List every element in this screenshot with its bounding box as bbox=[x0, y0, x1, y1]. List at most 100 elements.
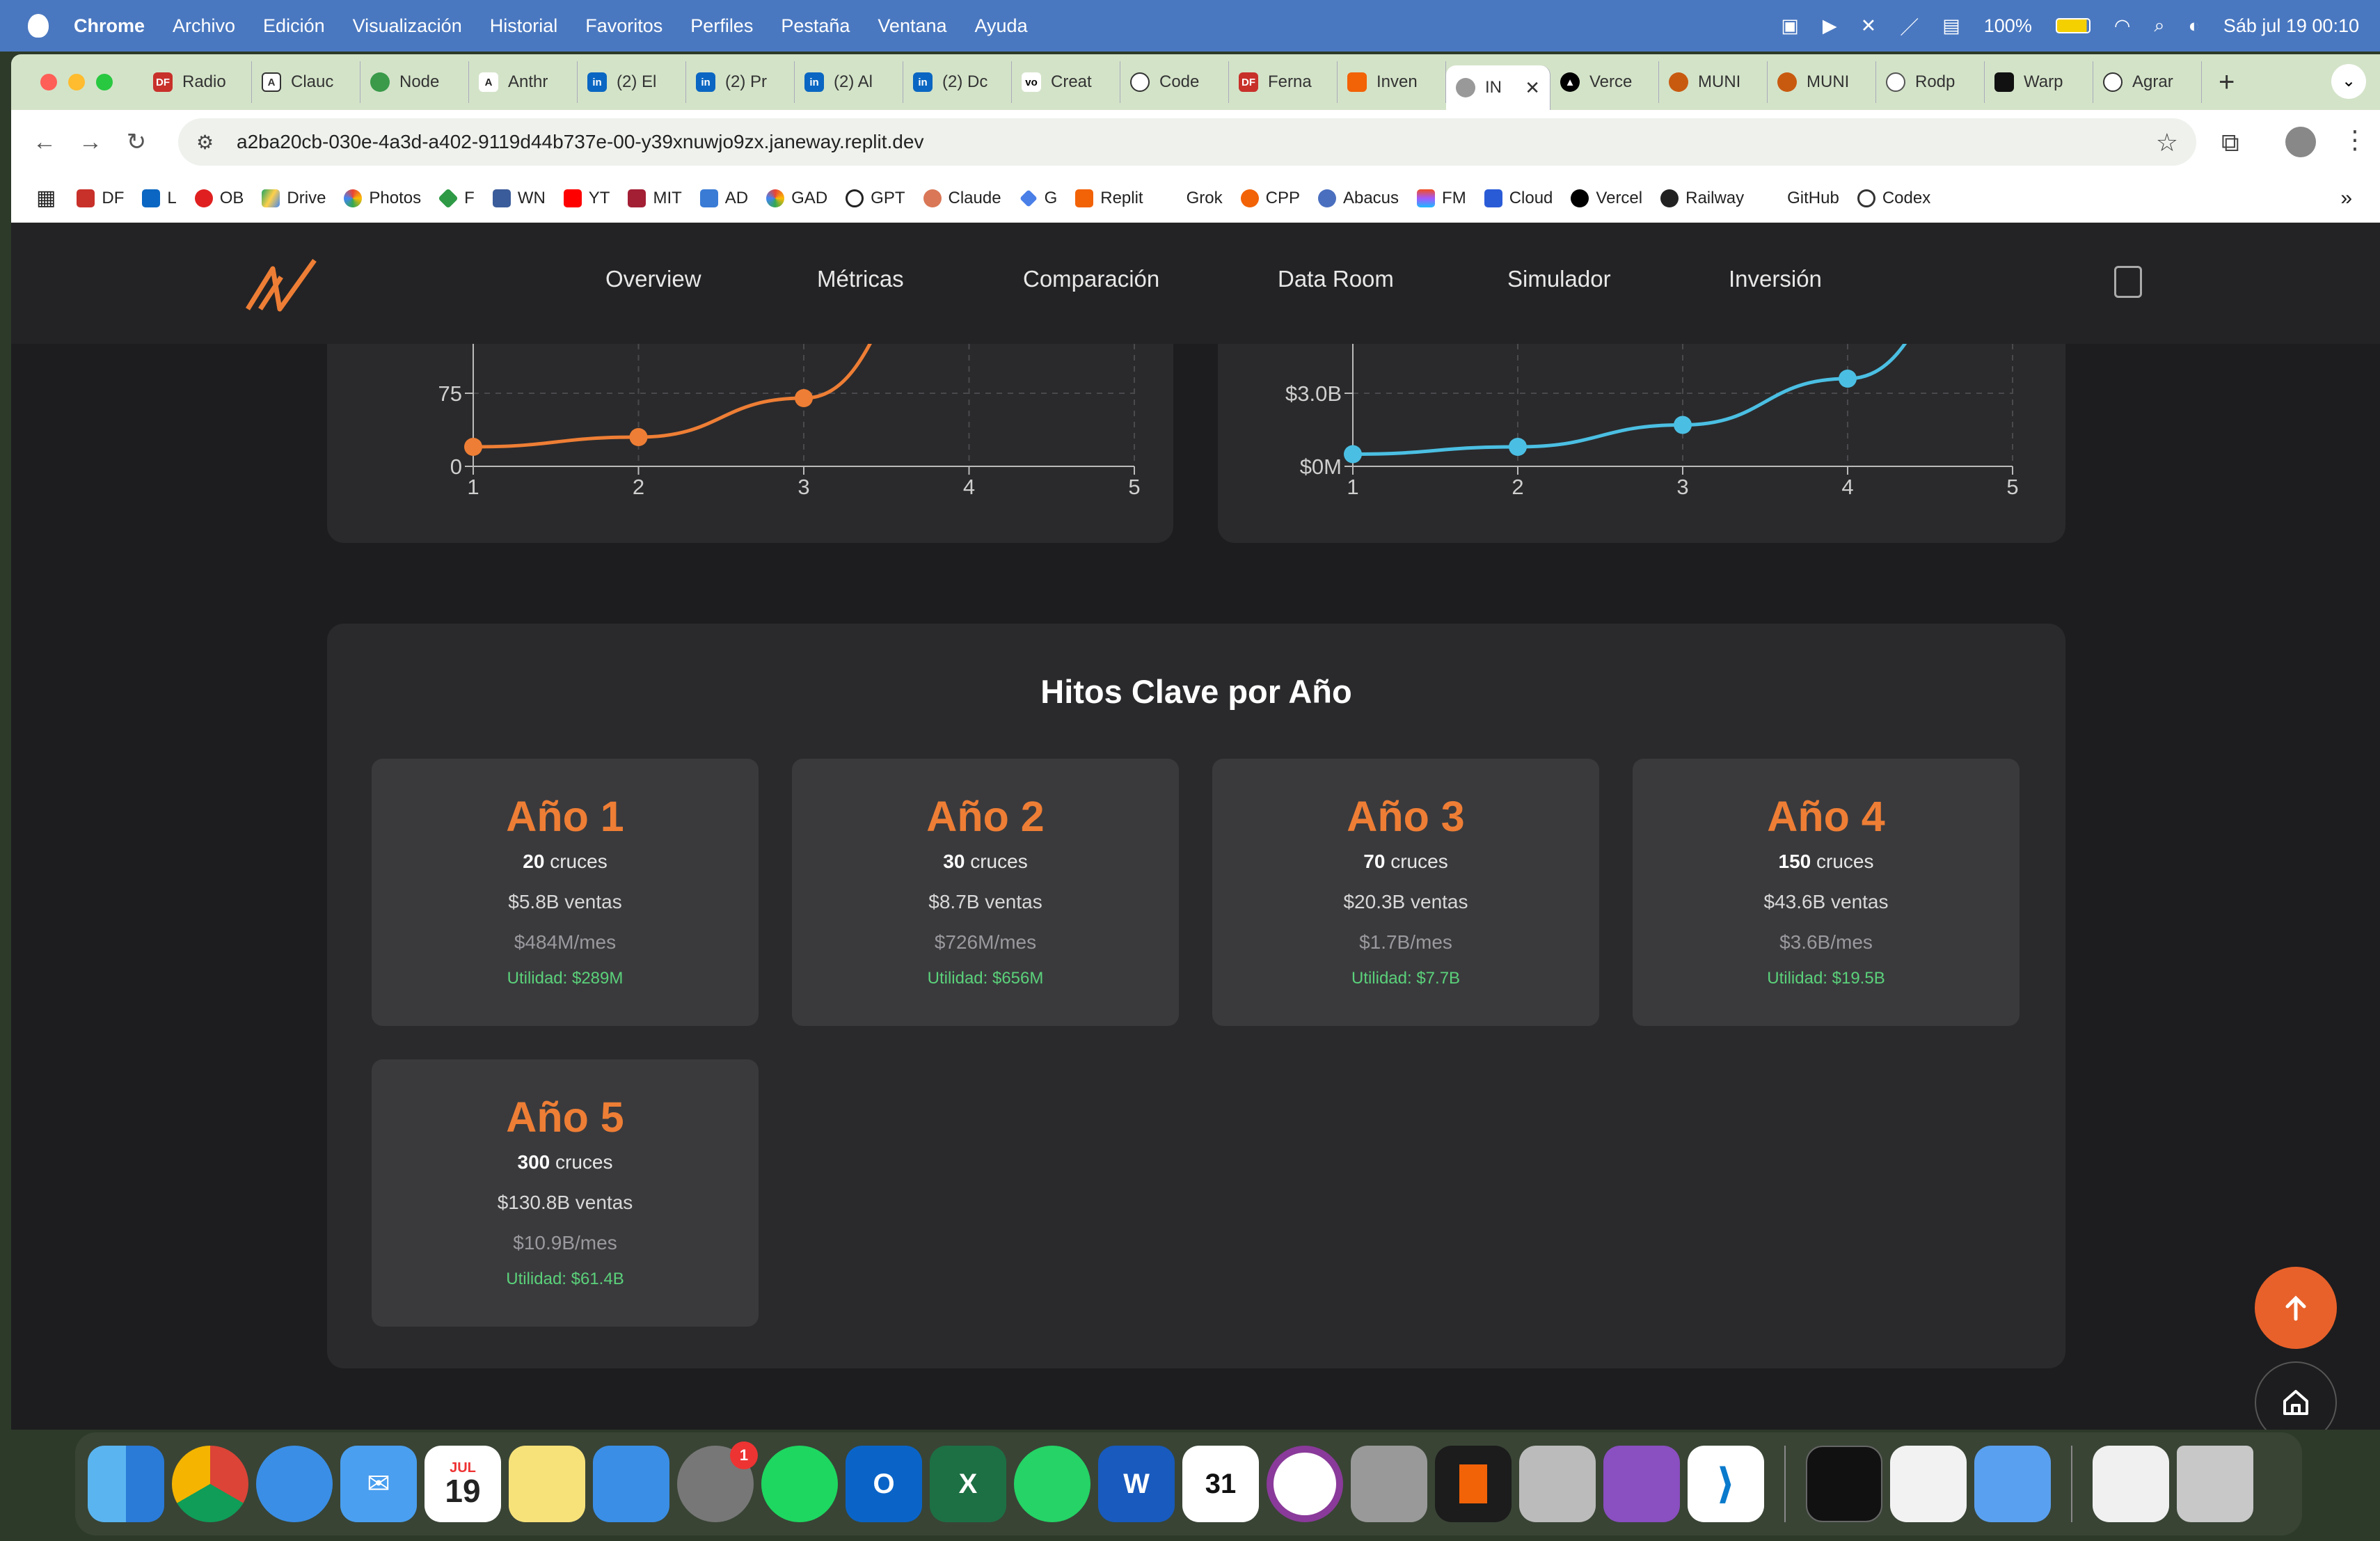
apple-icon[interactable] bbox=[28, 14, 49, 38]
tab[interactable]: Code bbox=[1120, 61, 1229, 103]
bookmark[interactable]: CPP bbox=[1240, 189, 1300, 208]
bookmark[interactable]: G bbox=[1019, 189, 1057, 208]
xlsx-file-icon[interactable] bbox=[2093, 1446, 2169, 1522]
bookmark[interactable]: Replit bbox=[1075, 189, 1143, 208]
bookmark[interactable]: GitHub bbox=[1762, 189, 1839, 208]
bookmark[interactable]: Railway bbox=[1660, 189, 1744, 208]
bookmark-star-icon[interactable]: ☆ bbox=[2156, 128, 2178, 157]
card-icon[interactable]: ▤ bbox=[1942, 15, 1960, 37]
menu-visualizacion[interactable]: Visualización bbox=[353, 15, 462, 37]
bookmark[interactable]: YT bbox=[563, 189, 610, 208]
menu-perfiles[interactable]: Perfiles bbox=[690, 15, 753, 37]
bookmark[interactable]: DF bbox=[77, 189, 124, 208]
nav-data-room[interactable]: Data Room bbox=[1278, 266, 1394, 292]
forward-icon[interactable]: → bbox=[78, 129, 103, 155]
address-bar[interactable]: ⚙ a2ba20cb-030e-4a3d-a402-9119d44b737e-0… bbox=[178, 118, 2196, 166]
nav-comparacion[interactable]: Comparación bbox=[1023, 266, 1159, 292]
menu-favoritos[interactable]: Favoritos bbox=[585, 15, 663, 37]
brand-logo[interactable] bbox=[245, 256, 322, 313]
bookmark[interactable]: Codex bbox=[1857, 189, 1930, 208]
nav-simulador[interactable]: Simulador bbox=[1507, 266, 1611, 292]
bookmark[interactable]: L bbox=[142, 189, 177, 208]
play-icon[interactable]: ▶ bbox=[1823, 15, 1837, 37]
github-desktop-icon[interactable] bbox=[1603, 1446, 1680, 1522]
bookmark[interactable]: Abacus bbox=[1317, 189, 1399, 208]
nav-overview[interactable]: Overview bbox=[605, 266, 701, 292]
chrome-icon[interactable] bbox=[172, 1446, 248, 1522]
tab[interactable]: Rodp bbox=[1876, 61, 1985, 103]
bookmark[interactable]: WN bbox=[492, 189, 546, 208]
bookmark[interactable]: GAD bbox=[766, 189, 827, 208]
tab[interactable]: A Clauc bbox=[252, 61, 360, 103]
minimize-window-icon[interactable] bbox=[68, 74, 85, 90]
profile-avatar[interactable] bbox=[2285, 127, 2316, 157]
apps-grid-icon[interactable]: ▦ bbox=[36, 186, 56, 210]
tab[interactable]: in (2) Dc bbox=[903, 61, 1012, 103]
bookmark[interactable]: OB bbox=[194, 189, 244, 208]
system-settings-icon[interactable]: 1 bbox=[677, 1441, 758, 1522]
finder-icon[interactable] bbox=[88, 1446, 164, 1522]
close-window-icon[interactable] bbox=[40, 74, 57, 90]
whatsapp-icon[interactable] bbox=[1014, 1446, 1090, 1522]
control-center-icon[interactable]: ◐ bbox=[2189, 15, 2200, 37]
scroll-top-button[interactable] bbox=[2255, 1267, 2337, 1349]
battery-icon[interactable] bbox=[2055, 18, 2091, 33]
home-button[interactable] bbox=[2255, 1361, 2337, 1430]
outlook-icon[interactable]: O bbox=[846, 1446, 922, 1522]
site-info-icon[interactable]: ⚙ bbox=[196, 131, 214, 154]
tab[interactable]: DF Ferna bbox=[1229, 61, 1338, 103]
tab[interactable]: Node bbox=[360, 61, 469, 103]
menu-pestana[interactable]: Pestaña bbox=[781, 15, 850, 37]
tab-active[interactable]: IN ✕ bbox=[1446, 65, 1550, 110]
bookmark[interactable]: Vercel bbox=[1571, 189, 1642, 208]
tab[interactable]: ▲ Verce bbox=[1550, 61, 1659, 103]
replit-app-icon[interactable] bbox=[1435, 1446, 1512, 1522]
calculator-icon[interactable] bbox=[2114, 266, 2142, 298]
tab[interactable]: A Anthr bbox=[469, 61, 578, 103]
tab[interactable]: DF Radio bbox=[143, 61, 252, 103]
bookmark[interactable]: Photos bbox=[344, 189, 421, 208]
bookmark[interactable]: Grok bbox=[1161, 189, 1223, 208]
close-tab-icon[interactable]: ✕ bbox=[1525, 77, 1540, 99]
menu-ayuda[interactable]: Ayuda bbox=[975, 15, 1028, 37]
tab[interactable]: in (2) Al bbox=[795, 61, 903, 103]
passwords-icon[interactable] bbox=[1974, 1446, 2051, 1522]
vscode-icon[interactable]: ⟩ bbox=[1688, 1446, 1764, 1522]
mute-icon[interactable]: ✕ bbox=[1861, 15, 1877, 37]
tab[interactable]: in (2) El bbox=[578, 61, 686, 103]
bookmark[interactable]: Cloud bbox=[1484, 189, 1553, 208]
screen-record-icon[interactable]: ▣ bbox=[1781, 15, 1799, 37]
bookmark[interactable]: AD bbox=[699, 189, 748, 208]
new-tab-icon[interactable]: + bbox=[2219, 67, 2235, 98]
keynote-icon[interactable] bbox=[593, 1446, 669, 1522]
terminal-icon[interactable] bbox=[1806, 1446, 1882, 1522]
bookmark[interactable]: Drive bbox=[262, 189, 326, 208]
notes-icon[interactable] bbox=[509, 1446, 585, 1522]
fantastical-icon[interactable]: 31 bbox=[1182, 1446, 1259, 1522]
menu-edicion[interactable]: Edición bbox=[263, 15, 325, 37]
url-text[interactable]: a2ba20cb-030e-4a3d-a402-9119d44b737e-00-… bbox=[237, 131, 923, 153]
reload-icon[interactable]: ↻ bbox=[124, 129, 149, 155]
tab-search-icon[interactable]: ⌄ bbox=[2331, 64, 2366, 99]
tab[interactable]: Agrar bbox=[2093, 61, 2202, 103]
calendar-icon[interactable]: JUL 19 bbox=[425, 1446, 501, 1522]
tab[interactable]: vo Creat bbox=[1012, 61, 1120, 103]
bookmark[interactable]: Claude bbox=[923, 189, 1001, 208]
extensions-icon[interactable]: ⧉ bbox=[2221, 128, 2239, 158]
clock[interactable]: Sáb jul 19 00:10 bbox=[2223, 15, 2359, 37]
menu-archivo[interactable]: Archivo bbox=[173, 15, 235, 37]
bookmark[interactable]: GPT bbox=[846, 189, 905, 208]
more-menu-icon[interactable]: ⋮ bbox=[2342, 125, 2367, 155]
word-icon[interactable]: W bbox=[1098, 1446, 1175, 1522]
back-icon[interactable]: ← bbox=[32, 129, 57, 155]
pen-icon[interactable]: ／ bbox=[1900, 13, 1919, 40]
menu-ventana[interactable]: Ventana bbox=[878, 15, 946, 37]
preview-icon[interactable] bbox=[1519, 1446, 1596, 1522]
trash-icon[interactable] bbox=[2177, 1446, 2253, 1522]
wifi-icon[interactable]: ◠ bbox=[2114, 15, 2131, 37]
circle-app-icon[interactable] bbox=[1267, 1446, 1343, 1522]
excel-icon[interactable]: X bbox=[930, 1446, 1006, 1522]
mail-icon[interactable]: ✉ bbox=[340, 1446, 417, 1522]
tab[interactable]: MUNI bbox=[1768, 61, 1876, 103]
menu-historial[interactable]: Historial bbox=[490, 15, 558, 37]
